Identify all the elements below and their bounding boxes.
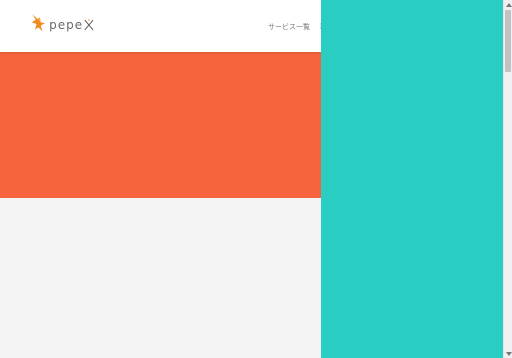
hero-banner <box>0 52 321 198</box>
scrollbar-thumb[interactable] <box>505 10 511 72</box>
bird-logo-icon <box>31 14 45 32</box>
main-nav: サービス一覧 取 <box>268 21 321 33</box>
site-header: pepe サービス一覧 取 <box>0 0 321 52</box>
content-area <box>0 198 321 358</box>
nav-item-service-list[interactable]: サービス一覧 <box>268 21 310 33</box>
chevron-up-icon[interactable] <box>504 0 512 9</box>
chevron-down-icon[interactable] <box>504 349 512 358</box>
site-logo[interactable]: pepe <box>30 12 94 36</box>
logo-x-mark <box>84 19 94 30</box>
logo-wordmark: pepe <box>49 18 84 32</box>
side-panel <box>321 0 503 358</box>
vertical-scrollbar[interactable] <box>503 0 512 358</box>
